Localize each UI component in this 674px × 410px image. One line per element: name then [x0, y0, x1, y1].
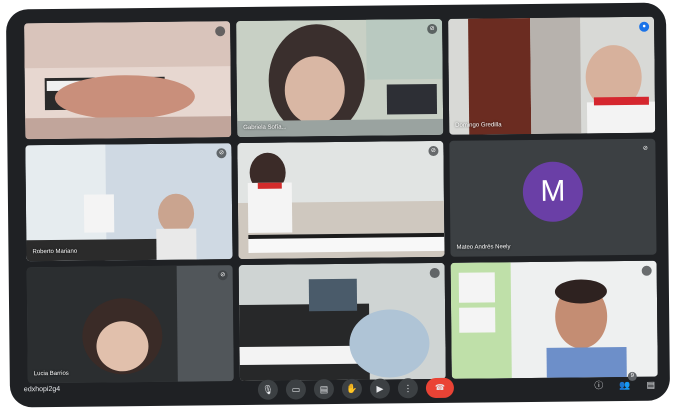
- camera-toggle-icon[interactable]: ▭: [285, 379, 307, 400]
- end-call-icon[interactable]: ☎: [425, 377, 455, 399]
- captions-icon[interactable]: ▤: [313, 379, 335, 400]
- people-icon[interactable]: 👥 9: [618, 371, 637, 392]
- video-feed: [24, 21, 232, 140]
- video-feed: [237, 140, 445, 260]
- mic-icon: ⊘: [427, 23, 438, 35]
- participant-name: Roberto Mariano: [32, 248, 78, 256]
- mic-icon: ⊘: [640, 143, 651, 154]
- mic-icon: [429, 267, 440, 279]
- participant-tile[interactable]: ⊘ Roberto Mariano: [25, 143, 233, 262]
- call-controls: 🎙 ▭ ▤ ✋ ▶ ⋮ ☎: [257, 377, 455, 400]
- side-actions: ⓘ 👥 9 ▤: [592, 371, 658, 393]
- video-feed: [25, 143, 233, 262]
- meeting-code: edxhopi2g4: [23, 385, 61, 394]
- participant-name: Domingo Gredilla: [455, 122, 502, 129]
- chat-icon[interactable]: ▤: [644, 378, 658, 392]
- participant-tile[interactable]: ⊘: [237, 140, 445, 260]
- control-bar: edxhopi2g4 🎙 ▭ ▤ ✋ ▶ ⋮ ☎ ⓘ 👥 9 ▤: [10, 371, 670, 408]
- participant-tile[interactable]: [24, 21, 232, 140]
- meeting-window: ⊘ Gabriela Sofía... ● Domingo Gredilla ⊘…: [5, 2, 671, 408]
- info-icon[interactable]: ⓘ: [592, 378, 606, 392]
- avatar: M: [522, 161, 584, 223]
- mic-icon: ⊘: [217, 270, 228, 281]
- video-feed: [238, 262, 446, 382]
- participant-tile[interactable]: ⊘ Gabriela Sofía...: [236, 18, 444, 138]
- video-feed: [26, 265, 234, 384]
- video-feed: [450, 260, 658, 379]
- participant-count-badge: 9: [627, 371, 637, 381]
- participant-tile[interactable]: ● Domingo Gredilla: [448, 16, 656, 135]
- video-feed: [448, 16, 656, 135]
- video-feed: [236, 18, 444, 138]
- participant-tile[interactable]: ⊘ Lucia Barrios: [26, 265, 234, 384]
- participant-tile[interactable]: M ⊘ Mateo Andrés Neely: [449, 138, 657, 257]
- more-options-icon[interactable]: ⋮: [397, 378, 419, 399]
- mic-icon: ⊘: [216, 148, 227, 159]
- participant-name: Gabriela Sofía...: [243, 124, 287, 131]
- people-glyph: 👥: [619, 379, 631, 391]
- raise-hand-icon[interactable]: ✋: [341, 378, 363, 399]
- mic-icon: [215, 26, 226, 37]
- participant-name: Mateo Andrés Neely: [456, 244, 511, 251]
- mic-icon: [641, 265, 652, 276]
- participant-tile[interactable]: [238, 262, 446, 382]
- mic-toggle-icon[interactable]: 🎙: [257, 379, 279, 400]
- mic-icon: ⊘: [428, 145, 439, 157]
- mic-icon: ●: [639, 21, 650, 32]
- participant-tile[interactable]: [450, 260, 658, 379]
- present-icon[interactable]: ▶: [369, 378, 391, 399]
